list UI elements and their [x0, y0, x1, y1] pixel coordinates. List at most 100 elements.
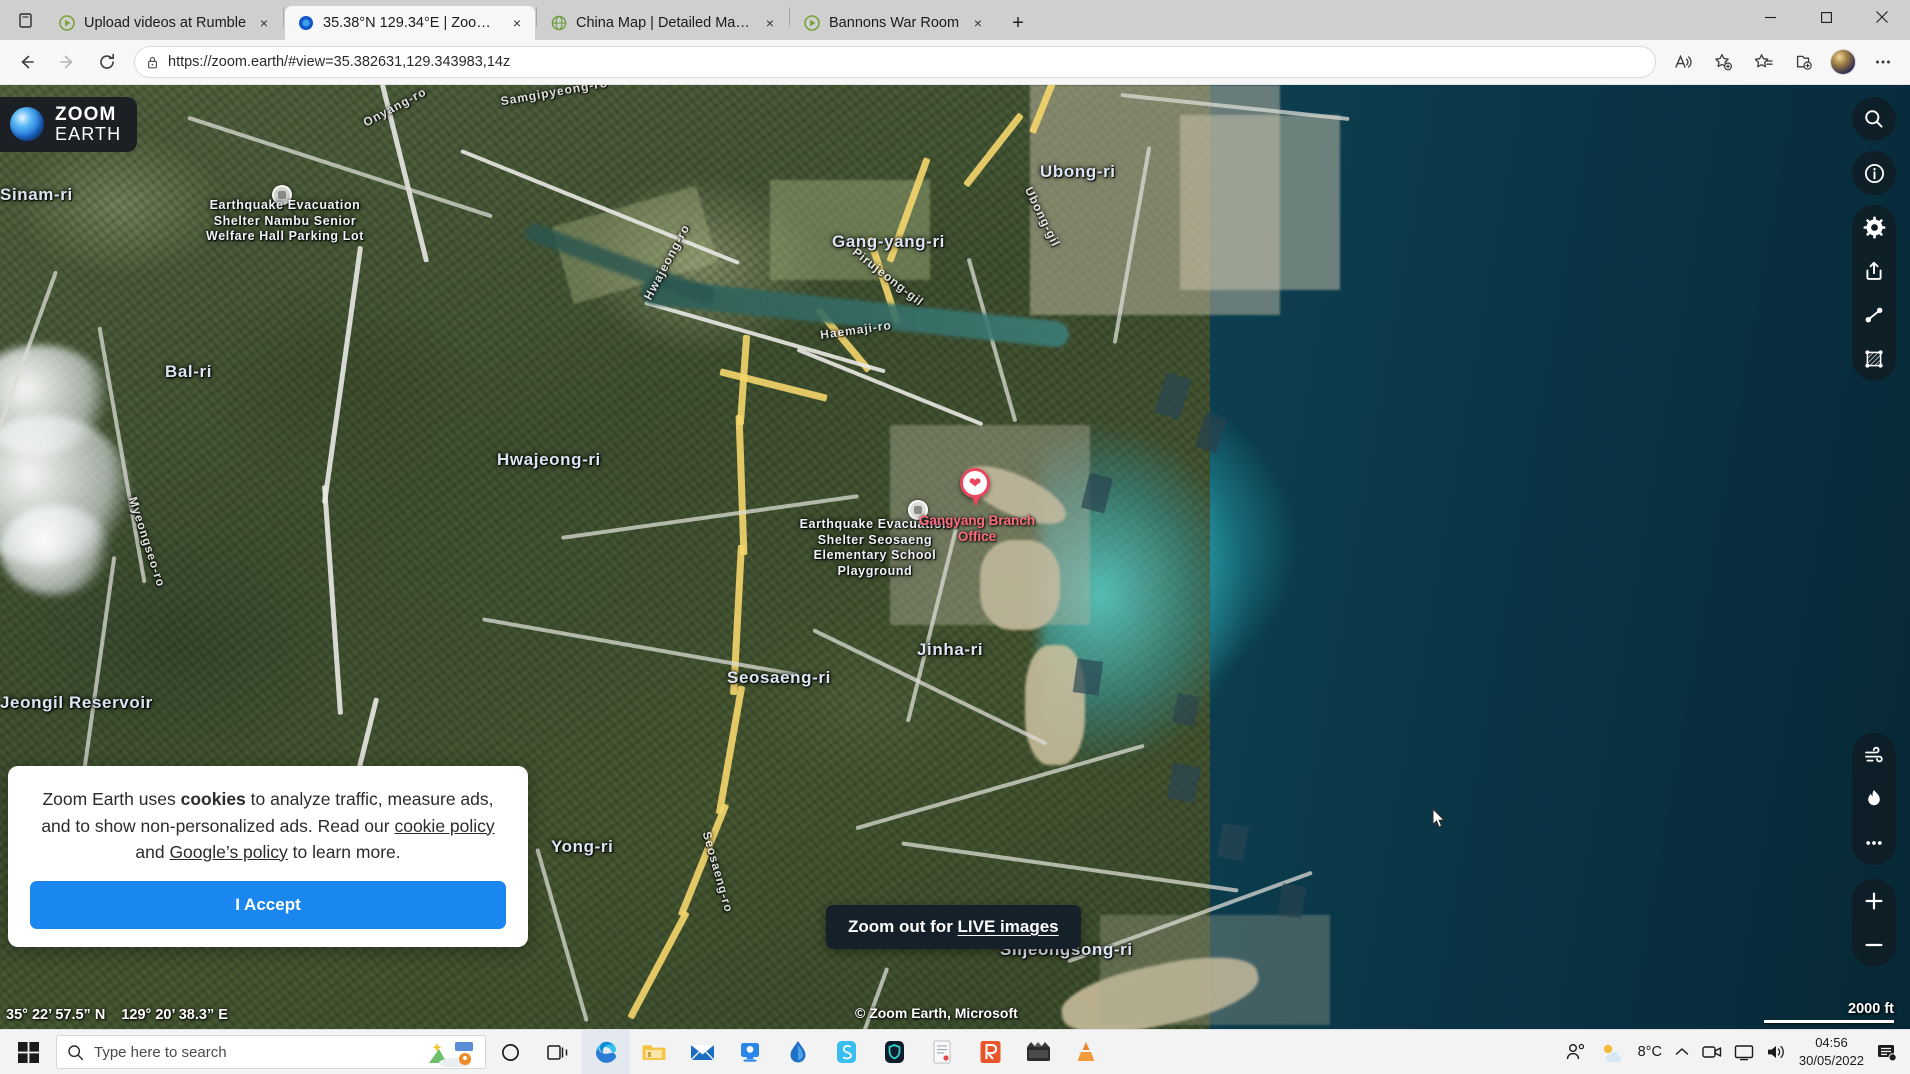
new-tab-button[interactable]: + [1002, 8, 1034, 38]
accept-cookies-button[interactable]: I Accept [30, 881, 506, 929]
collections-icon[interactable] [1784, 45, 1822, 79]
map-layers-rail [1852, 733, 1896, 967]
logo-line-1: ZOOM [55, 104, 117, 125]
search-icon[interactable] [1852, 97, 1896, 141]
map-attribution: © Zoom Earth, Microsoft [855, 1005, 1018, 1021]
zoom-controls [1852, 879, 1896, 967]
pin-body: ❤ [960, 468, 990, 498]
heart-glyph: ❤ [968, 474, 982, 492]
pin-tip [971, 495, 981, 506]
map-label: Gang-yang-ri [832, 232, 945, 251]
notifications-icon[interactable] [1876, 1042, 1898, 1062]
wind-layer-icon[interactable] [1852, 733, 1896, 777]
map-pin-heart-icon[interactable]: ❤ [960, 468, 994, 512]
avatar [1830, 49, 1856, 75]
temperature-value: 8°C [1637, 1044, 1662, 1060]
tab-close-icon[interactable]: × [968, 13, 988, 33]
windows-start-icon[interactable] [4, 1030, 52, 1074]
farmland [770, 180, 930, 280]
zoom-earth-icon [297, 14, 315, 32]
tab-title: Bannons War Room [829, 15, 960, 31]
settings-more-icon[interactable] [1864, 45, 1902, 79]
scale-bar: 2000 ft [1764, 1001, 1894, 1023]
aquaculture-raft [1072, 658, 1104, 696]
more-layers-icon[interactable] [1852, 821, 1896, 865]
search-placeholder: Type here to search [94, 1043, 227, 1061]
task-view-icon[interactable] [534, 1030, 582, 1074]
display-icon[interactable] [1734, 1044, 1754, 1061]
address-bar[interactable]: https://zoom.earth/#view=35.382631,129.3… [134, 46, 1656, 78]
marker-label: Gangyang Branch Office [918, 513, 1036, 545]
tab-divider [789, 7, 791, 27]
volume-icon[interactable] [1766, 1043, 1787, 1061]
shield-vpn-icon[interactable] [870, 1030, 918, 1074]
tab-close-icon[interactable]: × [760, 13, 780, 33]
minimize-button[interactable] [1742, 0, 1798, 34]
clock-time: 04:56 [1815, 1035, 1848, 1051]
tab-close-icon[interactable]: × [254, 13, 274, 33]
forward-arrow-icon[interactable] [48, 45, 86, 79]
tab-title: Upload videos at Rumble [84, 15, 247, 31]
measure-area-icon[interactable] [1852, 337, 1896, 381]
cookie-policy-link[interactable]: cookie policy [394, 816, 494, 836]
zoom-app-icon[interactable] [726, 1030, 774, 1074]
system-tray: 8°C 04:56 30/05/2022 [1565, 1034, 1906, 1069]
google-policy-link[interactable]: Google’s policy [169, 842, 287, 862]
search-input[interactable]: Type here to search [56, 1035, 486, 1069]
read-aloud-icon[interactable] [1664, 45, 1702, 79]
tab-actions-icon[interactable] [4, 0, 46, 40]
tab-title: China Map | Detailed Maps of Pe [576, 15, 752, 31]
r-app-icon[interactable] [966, 1030, 1014, 1074]
live-images-link[interactable]: LIVE images [958, 917, 1059, 936]
cortana-icon[interactable] [486, 1030, 534, 1074]
camera-icon[interactable] [1702, 1044, 1722, 1060]
back-arrow-icon[interactable] [8, 45, 46, 79]
map-canvas[interactable]: Onyang-ro Samgipyeong-ro Ubong-ri Gang-yang… [0, 85, 1910, 1029]
settings-gear-icon[interactable] [1852, 205, 1896, 249]
scale-bar-line [1764, 1020, 1894, 1023]
tab-3[interactable]: Bannons War Room × [791, 6, 996, 40]
file-explorer-icon[interactable] [630, 1030, 678, 1074]
s-app-icon[interactable] [822, 1030, 870, 1074]
tab-2[interactable]: China Map | Detailed Maps of Pe × [538, 6, 788, 40]
sun-cloud-icon[interactable] [1599, 1042, 1626, 1063]
tab-title: 35.38°N 129.34°E | Zoom Earth [323, 15, 499, 31]
map-tools-rail [1852, 97, 1896, 381]
vlc-media-player-icon[interactable] [1062, 1030, 1110, 1074]
tab-close-icon[interactable]: × [507, 13, 527, 33]
people-icon[interactable] [1565, 1042, 1587, 1062]
map-label: Seosaeng-ri [727, 668, 831, 687]
profile-avatar[interactable] [1824, 45, 1862, 79]
reader-app-icon[interactable] [918, 1030, 966, 1074]
fire-layer-icon[interactable] [1852, 777, 1896, 821]
tab-0[interactable]: Upload videos at Rumble × [46, 6, 282, 40]
logo-words: ZOOM EARTH [55, 105, 121, 144]
cookie-text-1: Zoom Earth uses [42, 789, 181, 810]
video-editor-icon[interactable] [1014, 1030, 1062, 1074]
maximize-button[interactable] [1798, 0, 1854, 34]
reload-icon[interactable] [88, 45, 126, 79]
microsoft-edge-icon[interactable] [582, 1029, 630, 1074]
water-drop-app-icon[interactable] [774, 1030, 822, 1074]
mail-icon[interactable] [678, 1030, 726, 1074]
browser-window: Upload videos at Rumble × 35.38°N 129.34… [0, 0, 1910, 1074]
tab-1[interactable]: 35.38°N 129.34°E | Zoom Earth × [285, 6, 536, 40]
globe-icon [550, 14, 568, 32]
longitude-value: 129° 20’ 38.3” E [121, 1007, 228, 1023]
zoom-in-button[interactable] [1852, 879, 1896, 923]
info-icon[interactable] [1852, 151, 1896, 195]
add-favorite-icon[interactable] [1704, 45, 1742, 79]
lock-icon [145, 55, 160, 70]
chevron-up-icon[interactable] [1674, 1045, 1690, 1059]
measure-distance-icon[interactable] [1852, 293, 1896, 337]
close-button[interactable] [1854, 0, 1910, 34]
map-label: Jinha-ri [917, 640, 984, 659]
favorites-icon[interactable] [1744, 45, 1782, 79]
zoom-out-button[interactable] [1852, 923, 1896, 967]
share-icon[interactable] [1852, 249, 1896, 293]
cookie-text-4: to learn more. [287, 841, 401, 862]
taskbar-clock[interactable]: 04:56 30/05/2022 [1799, 1034, 1864, 1069]
live-images-toast[interactable]: Zoom out for LIVE images [826, 905, 1081, 949]
urban-area [1100, 915, 1330, 1025]
zoom-earth-logo[interactable]: ZOOM EARTH [0, 97, 138, 152]
